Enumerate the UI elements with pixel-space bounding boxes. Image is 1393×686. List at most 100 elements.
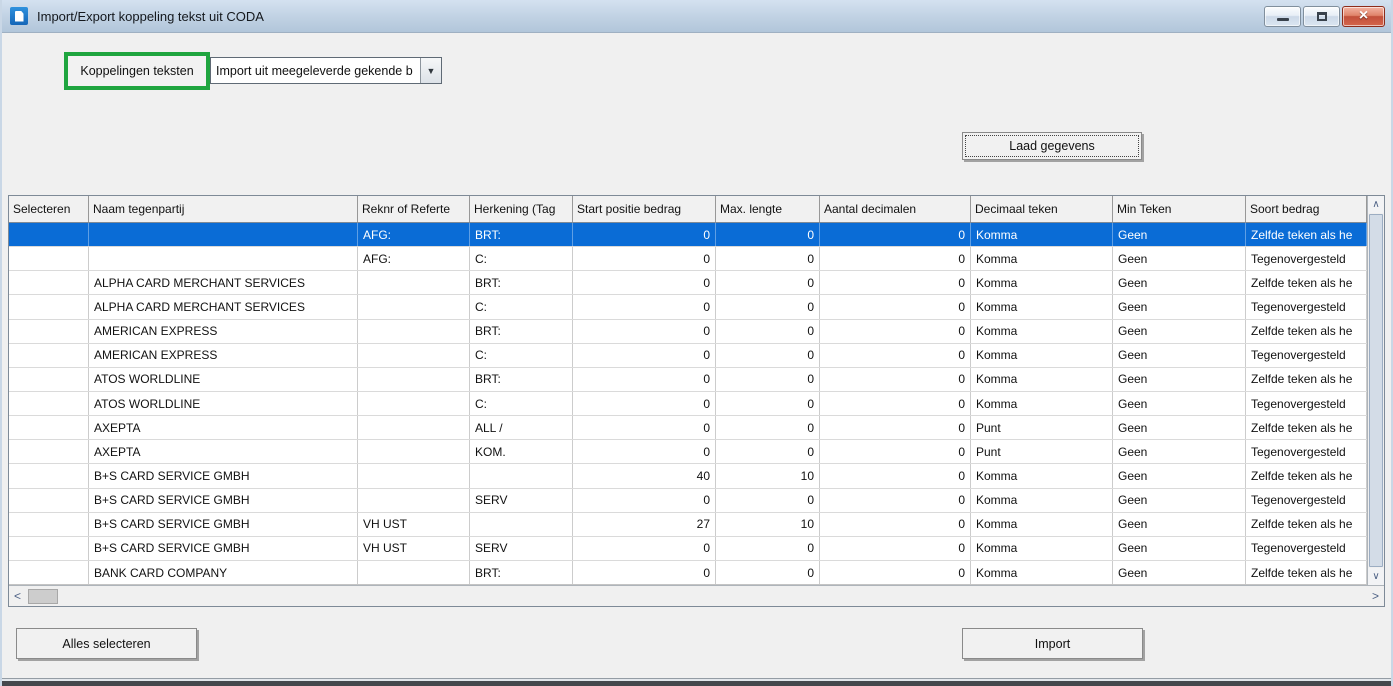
table-cell: SERV (470, 537, 573, 560)
table-cell: ATOS WORLDLINE (89, 392, 358, 415)
table-cell: BANK CARD COMPANY (89, 561, 358, 584)
table-cell: AMERICAN EXPRESS (89, 344, 358, 367)
import-source-dropdown[interactable]: Import uit meegeleverde gekende b ▼ (210, 57, 442, 84)
table-row[interactable]: AXEPTAKOM.000PuntGeenTegenovergesteld (9, 440, 1367, 464)
maximize-button[interactable] (1303, 6, 1340, 27)
table-row[interactable]: ALPHA CARD MERCHANT SERVICESC:000KommaGe… (9, 295, 1367, 319)
chevron-down-icon[interactable]: ▼ (420, 58, 441, 83)
scroll-down-icon[interactable]: ∨ (1368, 568, 1384, 585)
table-cell (9, 223, 89, 246)
scroll-up-icon[interactable]: ∧ (1368, 196, 1384, 213)
table-cell: 0 (573, 489, 716, 512)
column-header[interactable]: Naam tegenpartij (89, 196, 358, 222)
table-cell (9, 295, 89, 318)
table-row[interactable]: ATOS WORLDLINEBRT:000KommaGeenZelfde tek… (9, 368, 1367, 392)
table-row[interactable]: B+S CARD SERVICE GMBH40100KommaGeenZelfd… (9, 464, 1367, 488)
table-cell: 0 (573, 344, 716, 367)
table-cell (9, 320, 89, 343)
table-cell: 0 (820, 489, 971, 512)
table-cell: Komma (971, 513, 1113, 536)
table-cell: Geen (1113, 223, 1246, 246)
table-cell: Geen (1113, 271, 1246, 294)
scroll-right-icon[interactable]: > (1367, 586, 1384, 606)
table-cell: Komma (971, 223, 1113, 246)
table-cell: ALPHA CARD MERCHANT SERVICES (89, 295, 358, 318)
titlebar[interactable]: Import/Export koppeling tekst uit CODA × (2, 0, 1391, 33)
table-row[interactable]: AMERICAN EXPRESSBRT:000KommaGeenZelfde t… (9, 320, 1367, 344)
table-cell: C: (470, 392, 573, 415)
table-cell: Geen (1113, 247, 1246, 270)
table-cell: 0 (716, 223, 820, 246)
column-header[interactable]: Max. lengte (716, 196, 820, 222)
column-header[interactable]: Selecteren (9, 196, 89, 222)
table-cell: C: (470, 247, 573, 270)
table-cell (89, 247, 358, 270)
table-cell (358, 440, 470, 463)
table-row[interactable]: B+S CARD SERVICE GMBHVH USTSERV000KommaG… (9, 537, 1367, 561)
table-cell (9, 344, 89, 367)
table-cell: Geen (1113, 464, 1246, 487)
column-header[interactable]: Start positie bedrag (573, 196, 716, 222)
vertical-scrollbar[interactable]: ∧ ∨ (1367, 196, 1384, 585)
table-cell: 0 (820, 368, 971, 391)
column-header[interactable]: Decimaal teken (971, 196, 1113, 222)
table-cell: 0 (573, 537, 716, 560)
table-cell: ALPHA CARD MERCHANT SERVICES (89, 271, 358, 294)
table-cell: 0 (716, 537, 820, 560)
table-cell: BRT: (470, 368, 573, 391)
table-cell (9, 489, 89, 512)
minimize-icon (1277, 18, 1289, 21)
table-row[interactable]: AXEPTAALL /000PuntGeenZelfde teken als h… (9, 416, 1367, 440)
table-row[interactable]: AMERICAN EXPRESSC:000KommaGeenTegenoverg… (9, 344, 1367, 368)
table-cell: 0 (716, 440, 820, 463)
table-cell: 0 (716, 392, 820, 415)
table-cell: Zelfde teken als he (1246, 320, 1367, 343)
table-row[interactable]: B+S CARD SERVICE GMBHSERV000KommaGeenTeg… (9, 489, 1367, 513)
table-cell: 0 (716, 416, 820, 439)
laad-gegevens-button[interactable]: Laad gegevens (962, 132, 1142, 160)
table-cell: 0 (573, 416, 716, 439)
table-row[interactable]: B+S CARD SERVICE GMBHVH UST27100KommaGee… (9, 513, 1367, 537)
close-button[interactable]: × (1342, 6, 1385, 27)
koppelingen-teksten-button[interactable]: Koppelingen teksten (80, 64, 193, 78)
table-cell: Komma (971, 392, 1113, 415)
table-cell: Komma (971, 464, 1113, 487)
scroll-left-icon[interactable]: < (9, 586, 26, 606)
table-cell: SERV (470, 489, 573, 512)
horizontal-scroll-thumb[interactable] (28, 589, 58, 604)
column-header[interactable]: Aantal decimalen (820, 196, 971, 222)
table-cell (9, 392, 89, 415)
table-row[interactable]: AFG:BRT:000KommaGeenZelfde teken als he (9, 223, 1367, 247)
table-row[interactable]: AFG:C:000KommaGeenTegenovergesteld (9, 247, 1367, 271)
table-cell (9, 561, 89, 584)
table-cell: Tegenovergesteld (1246, 392, 1367, 415)
column-header[interactable]: Min Teken (1113, 196, 1246, 222)
table-cell: Komma (971, 561, 1113, 584)
client-area: Koppelingen teksten Import uit meegeleve… (2, 33, 1391, 678)
table-cell (9, 464, 89, 487)
table-cell: 0 (716, 561, 820, 584)
minimize-button[interactable] (1264, 6, 1301, 27)
table-cell: Komma (971, 271, 1113, 294)
app-icon (10, 7, 28, 25)
table-cell: Zelfde teken als he (1246, 561, 1367, 584)
column-header[interactable]: Herkening (Tag (470, 196, 573, 222)
horizontal-scrollbar[interactable]: < > (9, 585, 1384, 606)
table-cell (358, 464, 470, 487)
table-cell (358, 344, 470, 367)
table-row[interactable]: BANK CARD COMPANYBRT:000KommaGeenZelfde … (9, 561, 1367, 585)
alles-selecteren-button[interactable]: Alles selecteren (16, 628, 197, 659)
table-cell (9, 247, 89, 270)
table-cell: 0 (716, 344, 820, 367)
table-cell: Geen (1113, 561, 1246, 584)
table-row[interactable]: ALPHA CARD MERCHANT SERVICESBRT:000Komma… (9, 271, 1367, 295)
dropdown-selected-value: Import uit meegeleverde gekende b (211, 58, 420, 83)
column-header[interactable]: Reknr of Referte (358, 196, 470, 222)
table-row[interactable]: ATOS WORLDLINEC:000KommaGeenTegenoverges… (9, 392, 1367, 416)
column-header[interactable]: Soort bedrag (1246, 196, 1367, 222)
app-window: Import/Export koppeling tekst uit CODA ×… (0, 0, 1393, 686)
table-cell: C: (470, 295, 573, 318)
vertical-scroll-thumb[interactable] (1369, 214, 1383, 567)
table-cell: 0 (820, 295, 971, 318)
import-button[interactable]: Import (962, 628, 1143, 659)
